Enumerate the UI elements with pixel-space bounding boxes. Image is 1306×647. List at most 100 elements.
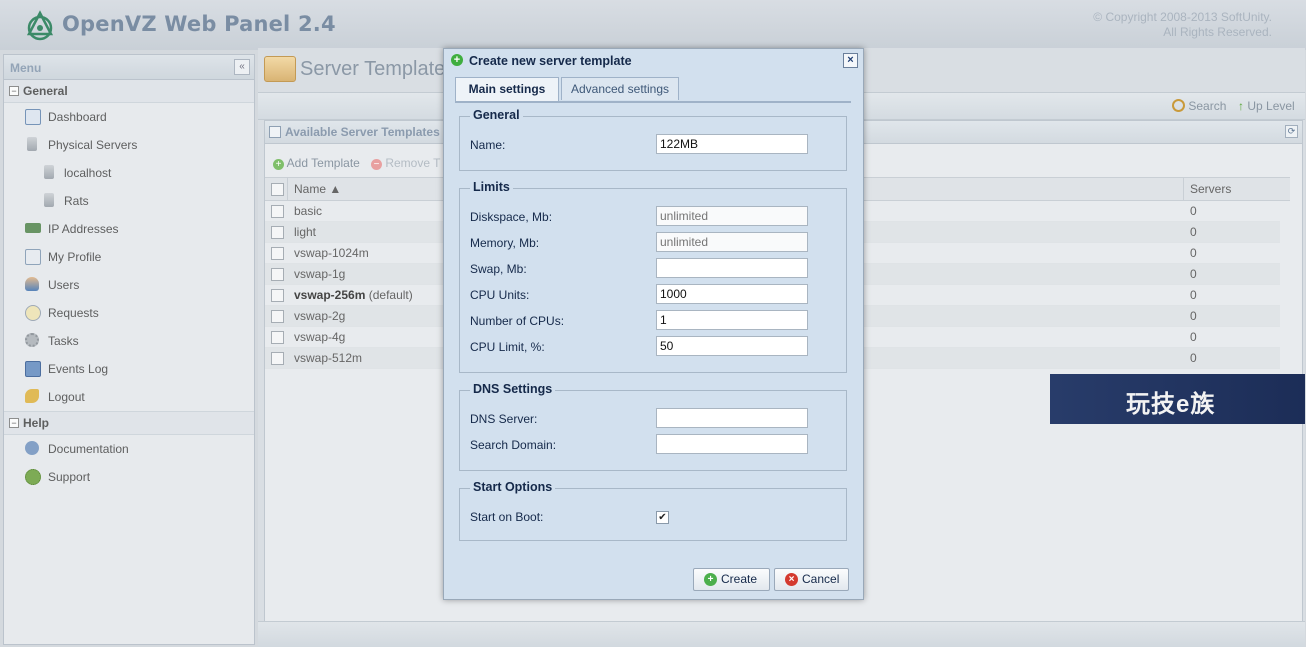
sidebar-item-label: Rats [64, 194, 89, 208]
up-arrow-icon: ↑ [1238, 99, 1244, 113]
collapse-toggle-icon[interactable]: − [9, 86, 19, 96]
sidebar-item-label: Documentation [48, 442, 129, 456]
fieldset-legend: Limits [470, 180, 513, 194]
sidebar-item-support[interactable]: Support [4, 463, 254, 491]
swap-field[interactable] [656, 258, 808, 278]
cancel-icon: × [785, 573, 798, 586]
sidebar-item-label: Physical Servers [48, 138, 138, 152]
dns-server-label: DNS Server: [470, 412, 538, 426]
add-template-button[interactable]: + Add Template [273, 156, 360, 170]
collapse-toggle-icon[interactable]: − [9, 418, 19, 428]
diskspace-field[interactable] [656, 206, 808, 226]
row-checkbox[interactable] [271, 226, 284, 239]
watermark-banner: 玩技e族 [1050, 374, 1305, 424]
sidebar-item-documentation[interactable]: Documentation [4, 435, 254, 463]
template-name: vswap-512m [294, 351, 363, 365]
sidebar-item-my-profile[interactable]: My Profile [4, 243, 254, 271]
sidebar-item-rats[interactable]: Rats [4, 187, 254, 215]
app-title: OpenVZ Web Panel 2.4 [62, 12, 336, 36]
select-all-checkbox[interactable] [271, 183, 284, 196]
tab-advanced-settings[interactable]: Advanced settings [561, 77, 679, 100]
column-divider [1183, 178, 1184, 200]
row-checkbox[interactable] [271, 352, 284, 365]
search-domain-field[interactable] [656, 434, 808, 454]
sidebar-item-requests[interactable]: Requests [4, 299, 254, 327]
name-field[interactable] [656, 134, 808, 154]
dns-server-field[interactable] [656, 408, 808, 428]
up-level-button[interactable]: ↑ Up Level [1238, 99, 1295, 113]
collapse-sidebar-icon[interactable]: « [234, 59, 250, 75]
template-name: vswap-4g [294, 330, 346, 344]
status-bar [258, 621, 1305, 647]
fieldset-general: General Name: [459, 108, 847, 171]
header-bar: OpenVZ Web Panel 2.4 © Copyright 2008-20… [0, 0, 1306, 50]
column-header-name[interactable]: Name ▲ [294, 182, 341, 196]
server-icon [27, 137, 37, 151]
bug-icon [25, 469, 41, 485]
memory-field[interactable] [656, 232, 808, 252]
row-checkbox[interactable] [271, 331, 284, 344]
row-checkbox[interactable] [271, 268, 284, 281]
search-button[interactable]: Search [1172, 99, 1226, 113]
remove-icon: − [371, 159, 382, 170]
cpu-units-field[interactable] [656, 284, 808, 304]
cpu-limit-field[interactable] [656, 336, 808, 356]
sidebar-item-label: Tasks [48, 334, 79, 348]
diskspace-label: Diskspace, Mb: [470, 210, 553, 224]
sidebar-item-dashboard[interactable]: Dashboard [4, 103, 254, 131]
fieldset-start-options: Start Options Start on Boot: ✔ [459, 480, 847, 541]
menu-group-general[interactable]: − General [4, 80, 254, 103]
fieldset-legend: DNS Settings [470, 382, 556, 396]
log-icon [25, 361, 41, 377]
sidebar-item-label: My Profile [48, 250, 102, 264]
swap-label: Swap, Mb: [470, 262, 527, 276]
tab-main-settings[interactable]: Main settings [455, 77, 559, 102]
start-on-boot-label: Start on Boot: [470, 510, 544, 524]
create-button[interactable]: + Create [693, 568, 770, 591]
grid-icon [269, 126, 281, 138]
add-icon: + [273, 159, 284, 170]
refresh-icon[interactable]: ⟳ [1285, 125, 1298, 138]
sidebar-item-events-log[interactable]: Events Log [4, 355, 254, 383]
sidebar-item-tasks[interactable]: Tasks [4, 327, 254, 355]
up-level-label: Up Level [1247, 99, 1295, 113]
template-name-bold: vswap-256m [294, 288, 366, 302]
add-icon: + [704, 573, 717, 586]
template-name: vswap-1024m [294, 246, 369, 260]
default-marker: (default) [368, 288, 413, 302]
row-checkbox[interactable] [271, 289, 284, 302]
start-on-boot-checkbox[interactable]: ✔ [656, 511, 669, 524]
num-cpus-field[interactable] [656, 310, 808, 330]
sidebar-item-ip-addresses[interactable]: IP Addresses [4, 215, 254, 243]
sidebar-item-physical-servers[interactable]: Physical Servers [4, 131, 254, 159]
menu-group-help[interactable]: − Help [4, 411, 254, 435]
sidebar-item-localhost[interactable]: localhost [4, 159, 254, 187]
remove-template-button[interactable]: − Remove T [371, 156, 440, 170]
cancel-button[interactable]: × Cancel [774, 568, 849, 591]
sidebar-item-users[interactable]: Users [4, 271, 254, 299]
template-name: vswap-1g [294, 267, 346, 281]
column-header-servers[interactable]: Servers [1190, 182, 1231, 196]
panel-title: Available Server Templates [285, 125, 440, 139]
page-title: Server Templates [300, 58, 456, 80]
fieldset-legend: General [470, 108, 523, 122]
gear-icon [25, 333, 39, 347]
comment-icon [25, 305, 41, 321]
row-checkbox[interactable] [271, 310, 284, 323]
close-icon[interactable]: × [843, 53, 858, 68]
row-checkbox[interactable] [271, 205, 284, 218]
column-divider [287, 178, 288, 200]
cancel-label: Cancel [802, 572, 840, 586]
sidebar-item-label: Requests [48, 306, 99, 320]
tab-underline [455, 101, 851, 103]
row-checkbox[interactable] [271, 247, 284, 260]
search-icon [1172, 99, 1185, 112]
sidebar-item-logout[interactable]: Logout [4, 383, 254, 411]
server-count: 0 [1190, 267, 1197, 281]
sidebar-item-label: localhost [64, 166, 112, 180]
dialog-title: Create new server template [469, 54, 632, 68]
server-icon [44, 165, 54, 179]
help-menu-items: Documentation Support [4, 435, 254, 491]
general-menu-items: Dashboard Physical Servers localhost Rat… [4, 103, 254, 411]
user-icon [25, 277, 39, 291]
